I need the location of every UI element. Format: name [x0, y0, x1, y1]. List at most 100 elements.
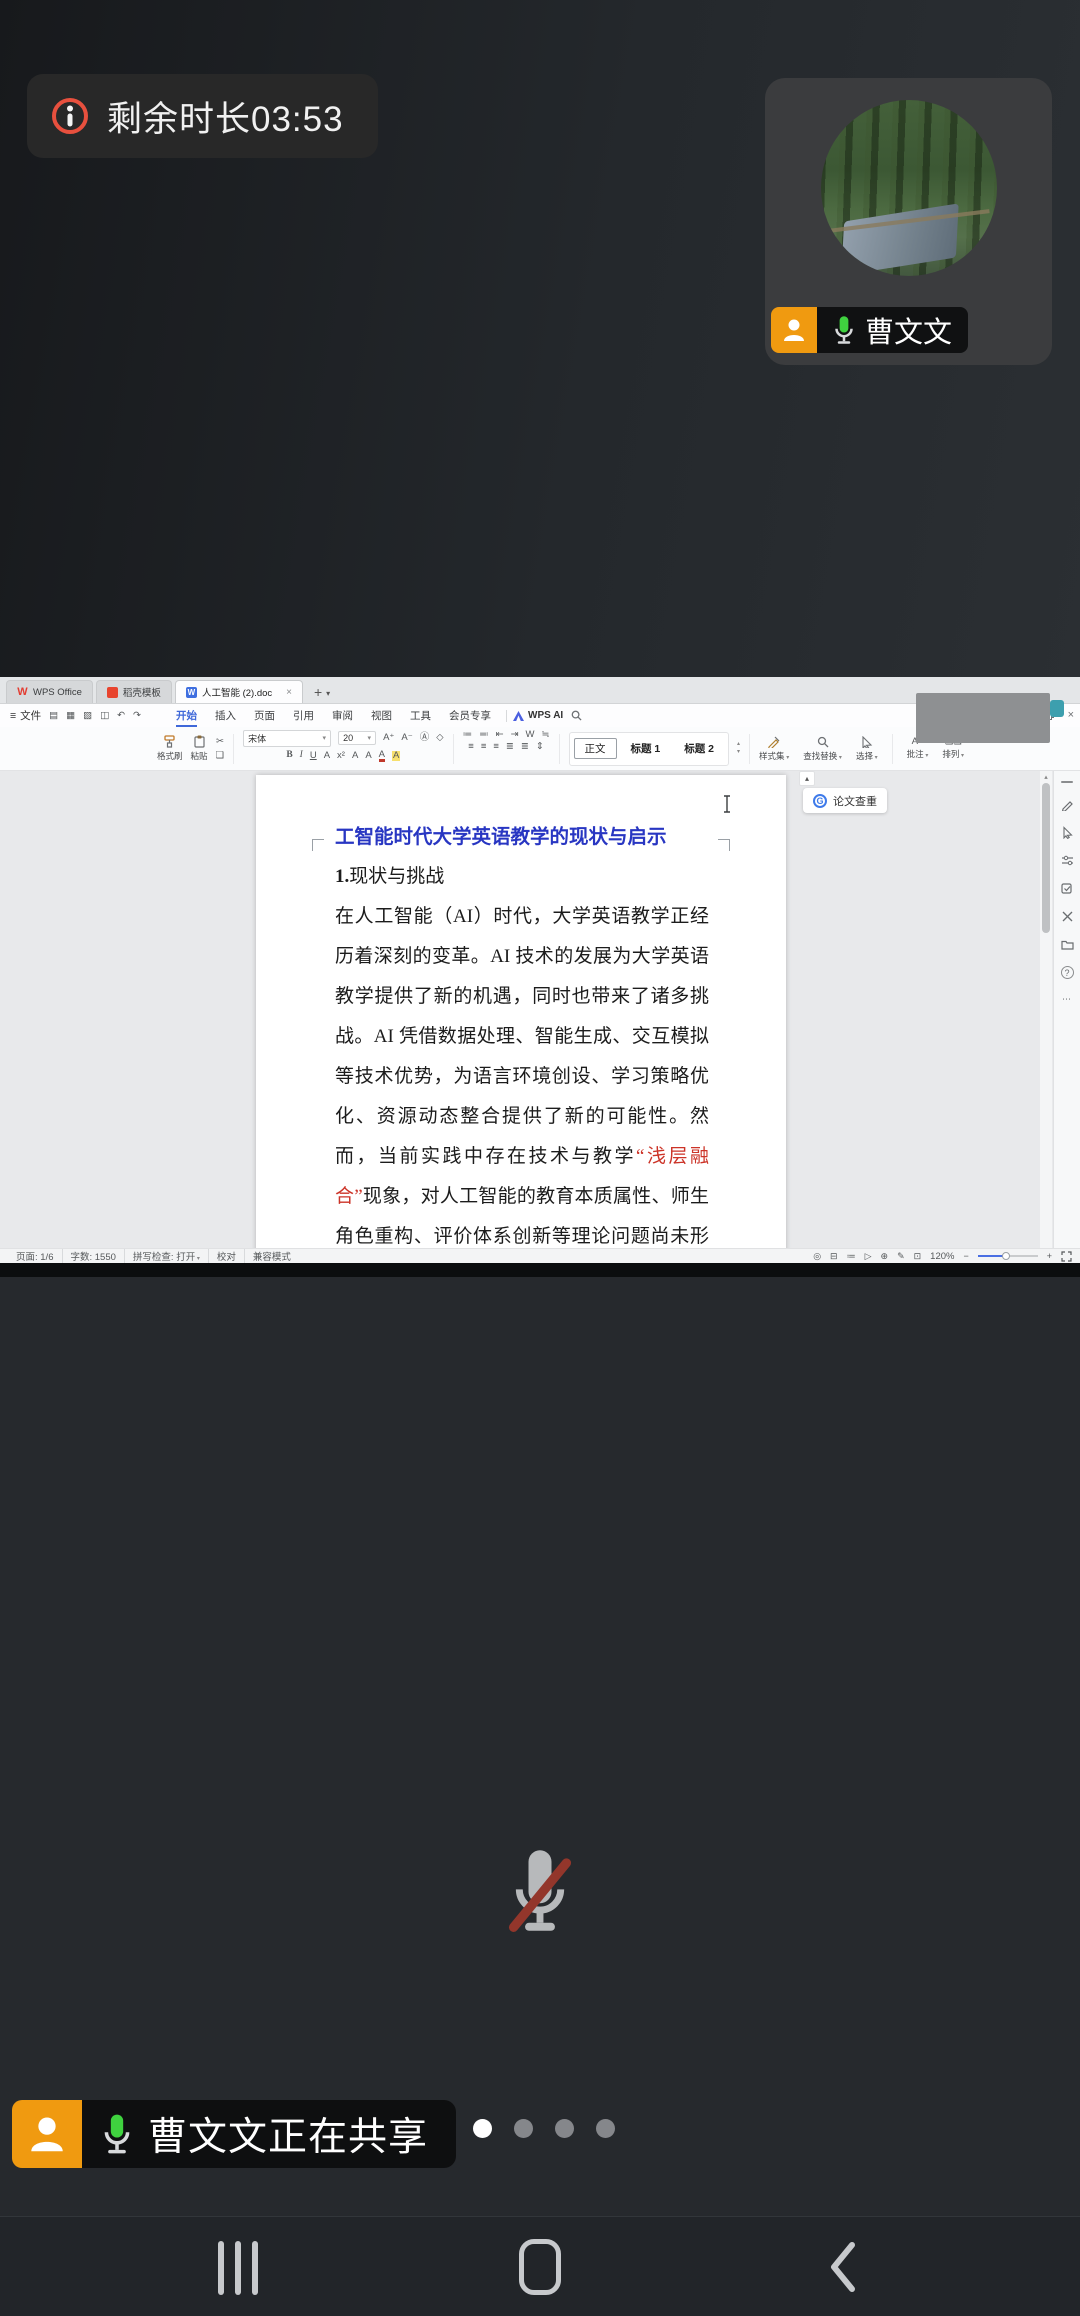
select-tool-icon[interactable] [1061, 826, 1074, 839]
participant-video-tile[interactable]: 曹文文 [765, 78, 1052, 365]
distribute-icon[interactable]: ≣ [521, 742, 529, 752]
paper-check-button[interactable]: G 论文查重 [803, 788, 887, 813]
page-dot-1[interactable] [514, 2119, 533, 2138]
document-tab-1[interactable]: 稻壳模板 [96, 680, 172, 703]
edit-pencil-icon[interactable] [1061, 798, 1074, 811]
menu-tab-会员专享[interactable]: 会员专享 [440, 705, 500, 726]
increase-indent-icon[interactable]: ⇥ [511, 730, 519, 740]
page-count[interactable]: 页面: 1/6 [8, 1249, 62, 1263]
clear-format-icon[interactable]: ◇ [436, 733, 443, 743]
folder-history-icon[interactable] [1061, 938, 1074, 951]
highlight-icon[interactable]: A [392, 751, 400, 761]
outline-view-icon[interactable]: ≔ [847, 1252, 856, 1261]
text-effects-icon[interactable]: Ⓐ [420, 733, 430, 743]
style-set-button[interactable]: 样式集 [759, 736, 789, 762]
collapse-panel-button[interactable]: ▴ [799, 771, 815, 786]
document-tab-0[interactable]: WWPS Office [6, 680, 93, 703]
tab-list-button[interactable]: ▾ [326, 689, 330, 698]
style-option-0[interactable]: 正文 [574, 738, 617, 759]
select-button[interactable]: 选择 [856, 736, 878, 762]
zoom-out-icon[interactable]: − [963, 1252, 968, 1261]
italic-icon[interactable]: I [300, 751, 303, 761]
menu-tab-插入[interactable]: 插入 [206, 705, 245, 726]
page-dot-0[interactable] [473, 2119, 492, 2138]
screen-share-view[interactable]: WWPS Office稻壳模板W人工智能 (2).doc×+▾ ≡ 文件 ▤▦▧… [0, 677, 1080, 1277]
document-page[interactable]: 工智能时代大学英语教学的现状与启示 1.现状与挑战在人工智能（AI）时代，大学英… [256, 775, 786, 1248]
web-layout-icon[interactable]: ⊕ [881, 1252, 889, 1261]
menu-tab-引用[interactable]: 引用 [284, 705, 323, 726]
save-icon[interactable]: ▤ [49, 711, 58, 721]
print-preview-icon[interactable]: ◫ [100, 711, 109, 721]
menu-tab-开始[interactable]: 开始 [167, 705, 206, 726]
menu-tab-工具[interactable]: 工具 [401, 705, 440, 726]
page-dot-2[interactable] [555, 2119, 574, 2138]
font-color-icon[interactable]: A [379, 750, 385, 763]
zoom-slider-thumb[interactable] [1002, 1252, 1010, 1260]
side-assistant-icon[interactable] [1050, 700, 1064, 717]
bullet-list-icon[interactable]: ≔ [463, 730, 473, 740]
export-icon[interactable]: ▦ [66, 711, 75, 721]
align-right-icon[interactable]: ≡ [493, 742, 499, 752]
style-option-1[interactable]: 标题 1 [621, 739, 671, 758]
zoom-slider[interactable] [978, 1255, 1038, 1257]
more-tools-icon[interactable]: ⋯ [1062, 994, 1072, 1005]
search-icon[interactable] [571, 710, 582, 721]
file-menu-button[interactable]: ≡ 文件 [0, 708, 49, 723]
pinyin-icon[interactable]: A [365, 751, 371, 761]
close-tab-icon[interactable]: × [286, 687, 292, 698]
line-spacing-icon[interactable]: ⇕ [536, 742, 544, 752]
scrollbar-thumb[interactable] [1042, 783, 1050, 933]
menu-tab-页面[interactable]: 页面 [245, 705, 284, 726]
fullscreen-icon[interactable] [1061, 1251, 1072, 1262]
undo-icon[interactable]: ↶ [117, 711, 125, 721]
format-painter-button[interactable]: 格式刷 [157, 735, 183, 762]
proof-edit-icon[interactable] [1061, 882, 1074, 895]
menu-tab-视图[interactable]: 视图 [362, 705, 401, 726]
styles-scroll-arrows[interactable]: ▴▾ [737, 741, 740, 755]
bold-icon[interactable]: B [286, 751, 292, 761]
decrease-indent-icon[interactable]: ⇤ [496, 730, 504, 740]
char-style-icon[interactable]: A [324, 751, 330, 761]
align-center-icon[interactable]: ≡ [481, 742, 487, 752]
back-button[interactable] [828, 2241, 858, 2293]
justify-icon[interactable]: ≣ [506, 742, 514, 752]
proofread[interactable]: 校对 [208, 1249, 244, 1263]
cut-tool-icon[interactable] [1061, 910, 1074, 923]
scroll-up-icon[interactable]: ▴ [1040, 771, 1052, 781]
page-view-icon[interactable]: ⊟ [830, 1252, 838, 1261]
document-text[interactable]: 工智能时代大学英语教学的现状与启示 1.现状与挑战在人工智能（AI）时代，大学英… [335, 817, 709, 1248]
increase-font-size-icon[interactable]: A⁺ [383, 733, 394, 743]
font-size-select[interactable]: 20▾ [338, 731, 376, 745]
compat-mode[interactable]: 兼容模式 [244, 1249, 299, 1263]
eye-protect-icon[interactable]: ◎ [813, 1252, 821, 1261]
adjust-sliders-icon[interactable] [1061, 854, 1074, 867]
home-button[interactable] [519, 2239, 561, 2295]
recents-button[interactable] [218, 2241, 258, 2295]
document-tab-2[interactable]: W人工智能 (2).doc× [175, 680, 303, 703]
close-window-icon[interactable]: × [1068, 709, 1074, 721]
edit-mode-icon[interactable]: ✎ [897, 1252, 905, 1261]
zoom-in-icon[interactable]: + [1047, 1252, 1052, 1261]
numbered-list-icon[interactable]: ≕ [479, 730, 489, 740]
sharing-banner[interactable]: 曹文文正在共享 [12, 2100, 456, 2168]
mic-muted-icon[interactable] [502, 1848, 578, 1940]
underline-icon[interactable]: U [310, 751, 317, 761]
style-option-2[interactable]: 标题 2 [674, 739, 724, 758]
redo-icon[interactable]: ↷ [133, 711, 141, 721]
paste-button[interactable]: 粘贴 [191, 735, 208, 762]
cut-icon[interactable]: ✂ [216, 737, 224, 747]
superscript-icon[interactable]: x² [337, 751, 345, 761]
spell-check[interactable]: 拼写检查: 打开 ▾ [124, 1249, 208, 1263]
wps-ai-button[interactable]: WPS AI [513, 710, 563, 721]
document-scrollbar[interactable]: ▴ [1040, 771, 1052, 1248]
page-dot-3[interactable] [596, 2119, 615, 2138]
menu-tab-审阅[interactable]: 审阅 [323, 705, 362, 726]
read-mode-icon[interactable]: ▷ [865, 1252, 872, 1261]
para-mark-icon[interactable]: ≒ [542, 730, 550, 740]
align-left-icon[interactable]: ≡ [468, 742, 474, 752]
page-indicator-dots[interactable] [473, 2119, 615, 2138]
font-name-select[interactable]: 宋体▾ [243, 730, 331, 747]
help-panel-icon[interactable]: ? [1061, 966, 1074, 979]
strikethrough-icon[interactable]: A [352, 751, 358, 761]
decrease-font-size-icon[interactable]: A⁻ [401, 733, 412, 743]
